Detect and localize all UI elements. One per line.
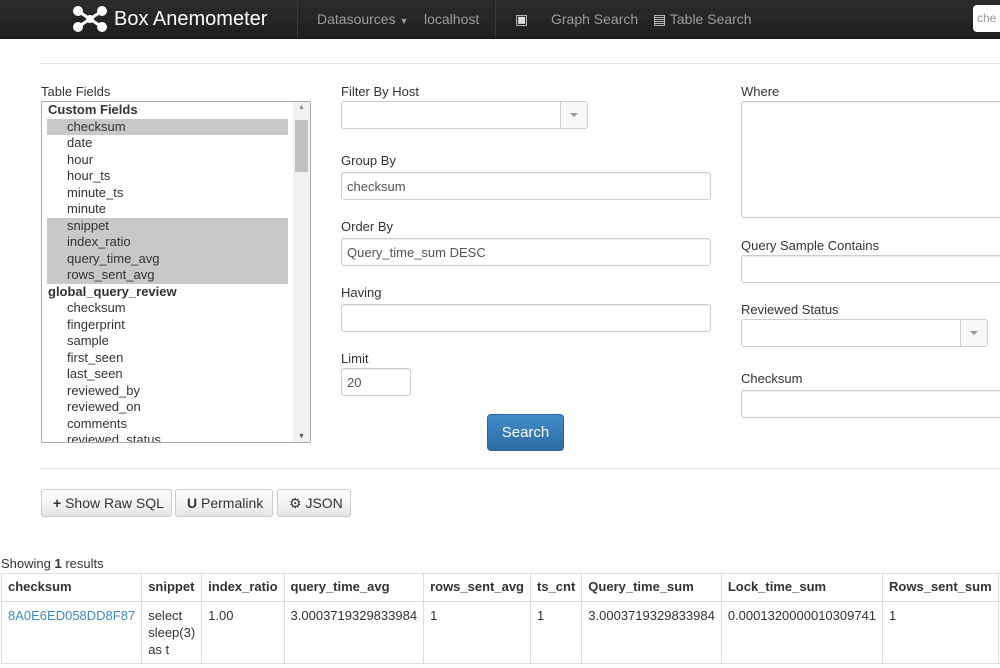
order-by-label: Order By <box>341 219 394 234</box>
table-cell: select sleep(3) as t <box>141 601 203 664</box>
field-option[interactable]: reviewed_on <box>47 399 288 416</box>
divider <box>40 63 1000 64</box>
picture-icon[interactable]: ▣ <box>515 11 528 28</box>
limit-input[interactable]: 20 <box>341 368 411 396</box>
magnet-icon: U <box>187 495 198 511</box>
field-option[interactable]: hour <box>47 152 288 169</box>
where-textarea[interactable] <box>741 101 1000 218</box>
results-count: Showing 1 results <box>1 556 104 571</box>
checksum-link[interactable]: 8A0E6ED058DD8F87 <box>8 608 135 623</box>
reviewed-status-label: Reviewed Status <box>741 302 839 317</box>
column-header[interactable]: snippet <box>141 573 203 602</box>
column-header[interactable]: Rows_sent_sum <box>882 573 999 602</box>
having-input[interactable] <box>341 304 711 332</box>
table-cell: 8A0E6ED058DD8F87 <box>0 601 143 664</box>
checksum-input[interactable] <box>741 390 1000 418</box>
column-header[interactable]: ts_cnt <box>529 573 583 602</box>
table-search-label: Table Search <box>669 11 752 27</box>
datasources-dropdown[interactable]: Datasources ▼ <box>317 11 408 27</box>
field-option[interactable]: reviewed_status <box>47 432 288 442</box>
table-fields-label: Table Fields <box>41 84 111 99</box>
field-option[interactable]: fingerprint <box>47 317 288 334</box>
reviewed-status-select[interactable] <box>741 319 988 347</box>
show-raw-sql-button[interactable]: + Show Raw SQL <box>41 489 172 517</box>
filter-by-host-label: Filter By Host <box>341 84 420 99</box>
column-header[interactable]: index_ratio <box>201 573 285 602</box>
table-row: 8A0E6ED058DD8F87 select sleep(3) as t 1.00… <box>0 601 1000 664</box>
field-option[interactable]: checksum <box>47 118 288 135</box>
query-sample-input[interactable] <box>741 255 1000 283</box>
table-cell: 1 <box>882 601 999 664</box>
group-by-input[interactable]: checksum <box>341 172 711 200</box>
chevron-down-icon <box>960 320 987 346</box>
table-cell: 1 <box>423 601 531 664</box>
having-label: Having <box>341 285 382 300</box>
navbar: Box Anemometer Datasources ▼ localhost ▣… <box>0 0 1000 39</box>
table-cell: 0.0001320000010309741 <box>720 601 884 664</box>
brand-link[interactable]: Box Anemometer <box>72 6 267 32</box>
query-sample-label: Query Sample Contains <box>741 238 880 253</box>
table-cell: 3.0003719329833984 <box>283 601 425 664</box>
gear-icon: ⚙ <box>289 495 302 511</box>
field-option[interactable]: hour_ts <box>47 168 288 185</box>
checksum-label: Checksum <box>741 371 803 386</box>
search-button[interactable]: Search <box>487 414 564 451</box>
json-label: JSON <box>305 495 343 511</box>
field-option[interactable]: query_time_avg <box>47 250 288 267</box>
host-link[interactable]: localhost <box>424 11 479 27</box>
group-by-label: Group By <box>341 153 396 168</box>
column-header[interactable]: rows_sent_avg <box>423 573 531 602</box>
field-option[interactable]: comments <box>47 416 288 433</box>
results-table: checksum snippet index_ratio query_time_avg… <box>0 573 1000 664</box>
field-option[interactable]: checksum <box>47 300 288 317</box>
nav-search-input[interactable]: che <box>973 5 1000 32</box>
plus-icon: + <box>53 495 62 511</box>
caret-down-icon: ▼ <box>399 16 409 26</box>
field-option[interactable]: minute_ts <box>47 185 288 202</box>
field-group-label: global_query_review <box>48 283 177 299</box>
listbox-scrollbar[interactable]: ▲ ▼ <box>293 102 310 442</box>
chevron-down-icon <box>560 102 587 128</box>
field-option[interactable]: rows_sent_avg <box>47 267 288 284</box>
column-header[interactable]: checksum <box>0 573 143 602</box>
field-option[interactable]: reviewed_by <box>47 383 288 400</box>
permalink-label: Permalink <box>201 495 264 511</box>
json-button[interactable]: ⚙ JSON <box>277 489 351 517</box>
table-cell: 1 <box>529 601 583 664</box>
limit-label: Limit <box>341 351 369 366</box>
table-search-link[interactable]: ▤ Table Search <box>653 11 752 28</box>
field-group-label: Custom Fields <box>48 102 138 117</box>
where-label: Where <box>741 84 780 99</box>
table-cell: 3.0003719329833984 <box>581 601 722 664</box>
field-option[interactable]: minute <box>47 201 288 218</box>
filter-by-host-select[interactable] <box>341 101 588 129</box>
field-option[interactable]: last_seen <box>47 366 288 383</box>
datasources-label: Datasources <box>317 11 396 27</box>
brand-name: Box Anemometer <box>114 7 268 30</box>
field-option[interactable]: snippet <box>47 217 288 234</box>
field-option[interactable]: sample <box>47 333 288 350</box>
raw-sql-label: Show Raw SQL <box>65 495 164 511</box>
field-option[interactable]: date <box>47 135 288 152</box>
column-header[interactable]: query_time_avg <box>283 573 425 602</box>
field-option[interactable]: first_seen <box>47 350 288 367</box>
table-cell: 1.00 <box>201 601 285 664</box>
field-option[interactable]: index_ratio <box>47 234 288 251</box>
anemometer-logo-icon <box>73 6 107 32</box>
graph-search-link[interactable]: Graph Search <box>551 11 638 27</box>
order-by-input[interactable]: Query_time_sum DESC <box>341 238 711 266</box>
column-header[interactable]: Lock_time_sum <box>720 573 884 602</box>
divider <box>40 468 1000 469</box>
permalink-button[interactable]: U Permalink <box>175 489 273 517</box>
table-fields-listbox[interactable]: ▲ ▼ Custom Fields checksum date hour hour_ts m… <box>41 101 311 443</box>
column-header[interactable]: Query_time_sum <box>581 573 722 602</box>
list-icon: ▤ <box>653 11 667 27</box>
